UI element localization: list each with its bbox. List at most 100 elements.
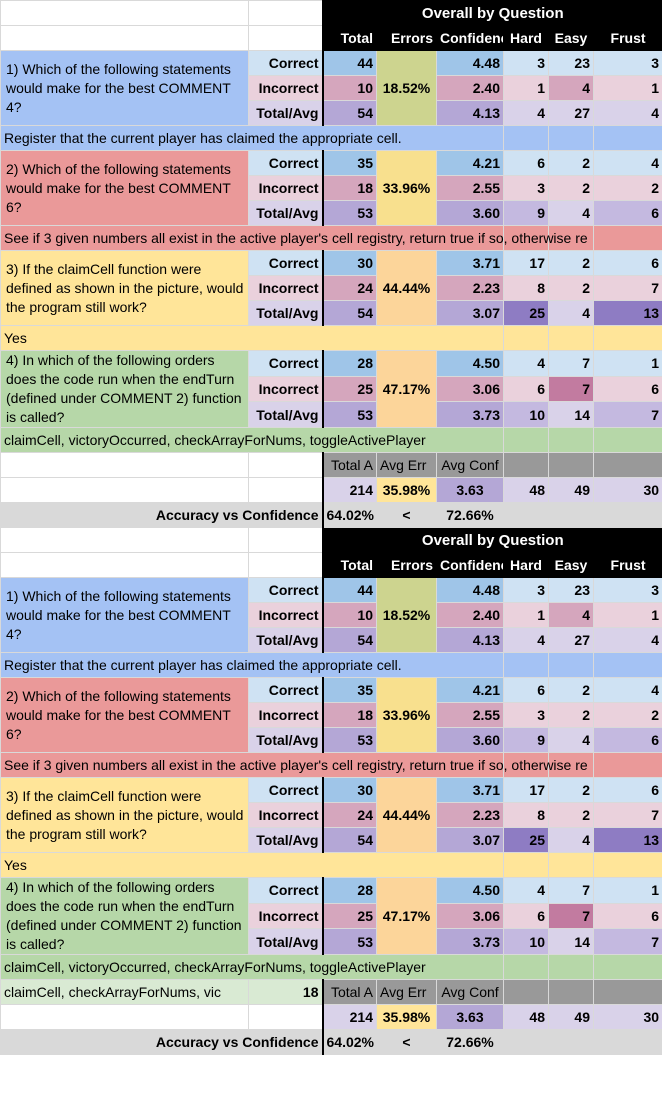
summary-total[interactable]: 214 <box>321 1004 377 1030</box>
confidence-value[interactable]: 3.71 <box>436 777 504 803</box>
error-rate[interactable]: 18.52% <box>376 577 437 653</box>
cell[interactable] <box>0 0 249 26</box>
total-count[interactable]: 54 <box>321 300 377 326</box>
hard-count[interactable]: 25 <box>503 300 549 326</box>
easy-count[interactable]: 27 <box>548 627 594 653</box>
cell[interactable] <box>548 979 594 1005</box>
confidence-value[interactable]: 4.48 <box>436 50 504 76</box>
hard-count[interactable]: 4 <box>503 100 549 126</box>
total-count[interactable]: 53 <box>321 928 377 955</box>
col-header-frust[interactable]: Frust <box>592 25 662 51</box>
cell[interactable] <box>592 979 662 1005</box>
total-count[interactable]: 35 <box>321 150 377 176</box>
summary-header-avg-err[interactable]: Avg Err <box>376 452 437 478</box>
row-label-incorrect[interactable]: Incorrect <box>248 375 323 403</box>
frust-count[interactable]: 3 <box>592 50 662 76</box>
frust-count[interactable]: 7 <box>592 928 662 955</box>
easy-count[interactable]: 23 <box>548 577 594 603</box>
cell[interactable] <box>592 652 662 678</box>
cell[interactable] <box>548 452 594 478</box>
frust-count[interactable]: 4 <box>592 627 662 653</box>
easy-count[interactable]: 4 <box>548 827 594 853</box>
cell[interactable] <box>0 1004 249 1030</box>
hard-count[interactable]: 3 <box>503 702 549 728</box>
confidence-value[interactable]: 4.13 <box>436 100 504 126</box>
total-count[interactable]: 10 <box>321 75 377 101</box>
confidence-value[interactable]: 4.13 <box>436 627 504 653</box>
confidence-value[interactable]: 2.23 <box>436 275 504 301</box>
row-label-correct[interactable]: Correct <box>248 877 323 904</box>
hard-count[interactable]: 4 <box>503 350 549 377</box>
alt-answer-text[interactable]: claimCell, checkArrayForNums, vic <box>0 979 249 1005</box>
frust-count[interactable]: 2 <box>592 175 662 201</box>
confidence-value[interactable]: 3.60 <box>436 727 504 753</box>
summary-avg-err[interactable]: 35.98% <box>376 1004 437 1030</box>
row-label-incorrect[interactable]: Incorrect <box>248 275 323 301</box>
accuracy-label[interactable]: Accuracy vs Confidence <box>0 502 323 528</box>
total-count[interactable]: 24 <box>321 802 377 828</box>
col-header-total[interactable]: Total <box>321 25 377 51</box>
cell[interactable] <box>503 452 549 478</box>
confidence-percent[interactable]: 72.66% <box>436 1029 504 1055</box>
accuracy-value[interactable]: 64.02% <box>321 502 377 528</box>
row-label-totalavg[interactable]: Total/Avg <box>248 200 323 226</box>
cell[interactable] <box>503 1029 549 1055</box>
summary-frust[interactable]: 30 <box>592 1004 662 1030</box>
row-label-incorrect[interactable]: Incorrect <box>248 902 323 930</box>
hard-count[interactable]: 9 <box>503 200 549 226</box>
frust-count[interactable]: 1 <box>592 877 662 904</box>
confidence-value[interactable]: 3.07 <box>436 827 504 853</box>
easy-count[interactable]: 2 <box>548 702 594 728</box>
cell[interactable] <box>0 452 249 478</box>
frust-count[interactable]: 6 <box>592 250 662 276</box>
question-text[interactable]: 2) Which of the following statements wou… <box>0 677 249 753</box>
question-text[interactable]: 2) Which of the following statements wou… <box>0 150 249 226</box>
summary-avg-conf[interactable]: 3.63 <box>436 477 504 503</box>
confidence-value[interactable]: 2.55 <box>436 175 504 201</box>
frust-count[interactable]: 4 <box>592 100 662 126</box>
frust-count[interactable]: 6 <box>592 727 662 753</box>
col-header-confidence[interactable]: Confidence <box>436 552 504 578</box>
frust-count[interactable]: 7 <box>592 401 662 428</box>
confidence-value[interactable]: 4.50 <box>436 877 504 904</box>
easy-count[interactable]: 2 <box>548 677 594 703</box>
cell[interactable] <box>592 502 662 528</box>
frust-count[interactable]: 7 <box>592 275 662 301</box>
total-count[interactable]: 54 <box>321 827 377 853</box>
frust-count[interactable]: 3 <box>592 577 662 603</box>
confidence-value[interactable]: 2.55 <box>436 702 504 728</box>
row-label-correct[interactable]: Correct <box>248 577 323 603</box>
frust-count[interactable]: 1 <box>592 350 662 377</box>
total-count[interactable]: 30 <box>321 250 377 276</box>
cell[interactable] <box>503 325 549 351</box>
row-label-incorrect[interactable]: Incorrect <box>248 602 323 628</box>
correct-answer-text[interactable]: Register that the current player has cla… <box>0 652 504 678</box>
summary-easy[interactable]: 49 <box>548 477 594 503</box>
easy-count[interactable]: 2 <box>548 802 594 828</box>
hard-count[interactable]: 6 <box>503 150 549 176</box>
cell[interactable] <box>503 954 549 980</box>
summary-avg-err[interactable]: 35.98% <box>376 477 437 503</box>
row-label-totalavg[interactable]: Total/Avg <box>248 727 323 753</box>
hard-count[interactable]: 1 <box>503 602 549 628</box>
hard-count[interactable]: 10 <box>503 928 549 955</box>
confidence-value[interactable]: 3.60 <box>436 200 504 226</box>
row-label-correct[interactable]: Correct <box>248 50 323 76</box>
total-count[interactable]: 44 <box>321 577 377 603</box>
easy-count[interactable]: 4 <box>548 300 594 326</box>
row-label-correct[interactable]: Correct <box>248 677 323 703</box>
frust-count[interactable]: 7 <box>592 802 662 828</box>
question-text[interactable]: 1) Which of the following statements wou… <box>0 577 249 653</box>
easy-count[interactable]: 27 <box>548 100 594 126</box>
cell[interactable] <box>548 125 594 151</box>
hard-count[interactable]: 6 <box>503 677 549 703</box>
cell[interactable] <box>592 752 662 778</box>
easy-count[interactable]: 2 <box>548 175 594 201</box>
hard-count[interactable]: 17 <box>503 250 549 276</box>
summary-header-total[interactable]: Total A <box>321 979 377 1005</box>
row-label-totalavg[interactable]: Total/Avg <box>248 627 323 653</box>
row-label-totalavg[interactable]: Total/Avg <box>248 401 323 428</box>
cell[interactable] <box>503 502 549 528</box>
cell[interactable] <box>548 954 594 980</box>
cell[interactable] <box>503 125 549 151</box>
